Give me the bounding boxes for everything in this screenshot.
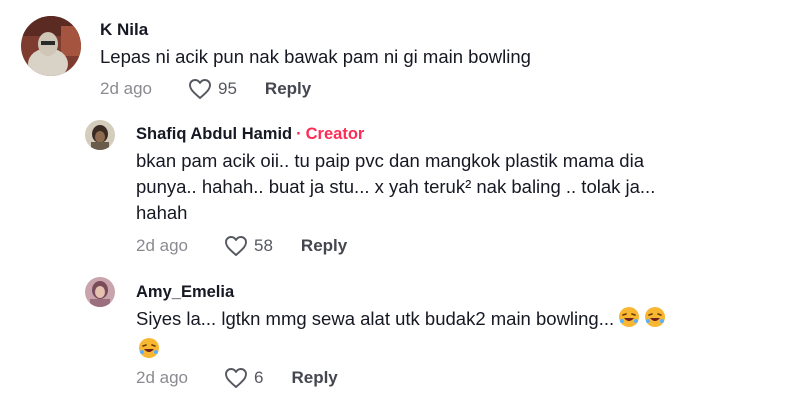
- rolling-laughing-emoji-icon: [618, 306, 640, 336]
- comment-text: bkan pam acik oii.. tu paip pvc dan mang…: [136, 148, 655, 226]
- like-button[interactable]: 6: [224, 367, 263, 389]
- creator-badge: Creator: [305, 125, 365, 143]
- comment-text-line: hahah: [136, 202, 188, 223]
- avatar-image: [85, 120, 115, 150]
- comment-meta: 2d ago 6 Reply: [136, 367, 338, 389]
- heart-outline-icon: [225, 368, 247, 388]
- username[interactable]: Amy_Emelia: [136, 283, 234, 302]
- comment-text-line: bkan pam acik oii.. tu paip pvc dan mang…: [136, 150, 644, 171]
- comment-meta: 2d ago 58 Reply: [136, 235, 347, 257]
- reply-shafiq-abdul-hamid: Shafiq Abdul Hamid · Creator bkan pam acik…: [0, 110, 797, 270]
- avatar[interactable]: [21, 16, 81, 76]
- like-button[interactable]: 58: [224, 235, 273, 257]
- heart-outline-icon: [225, 236, 247, 256]
- avatar[interactable]: [85, 277, 115, 307]
- like-count: 6: [254, 368, 264, 387]
- avatar[interactable]: [85, 120, 115, 150]
- comment-text-line: punya.. hahah.. buat ja stu... x yah ter…: [136, 176, 656, 197]
- rolling-laughing-emoji-icon: [138, 337, 160, 367]
- comment-k-nila: K Nila Lepas ni acik pun nak bawak pam n…: [0, 0, 797, 110]
- comment-text: Lepas ni acik pun nak bawak pam ni gi ma…: [100, 46, 531, 67]
- username-text[interactable]: Shafiq Abdul Hamid: [136, 125, 292, 143]
- like-count: 58: [254, 236, 273, 255]
- comment-date: 2d ago: [136, 368, 188, 387]
- username: Shafiq Abdul Hamid · Creator: [136, 125, 364, 144]
- reply-button[interactable]: Reply: [265, 79, 311, 99]
- comment-meta: 2d ago 95 Reply: [100, 78, 311, 100]
- avatar-image: [85, 277, 115, 307]
- comment-date: 2d ago: [136, 236, 188, 255]
- reply-button[interactable]: Reply: [291, 368, 337, 388]
- comment-date: 2d ago: [100, 79, 152, 98]
- username[interactable]: K Nila: [100, 20, 148, 40]
- rolling-laughing-emoji-icon: [644, 306, 666, 336]
- like-count: 95: [218, 79, 237, 98]
- reply-button[interactable]: Reply: [301, 236, 347, 256]
- avatar-image: [21, 16, 81, 76]
- reply-amy-emelia: Amy_Emelia Siyes la... lgtkn mmg sewa al…: [0, 270, 797, 402]
- comment-text: Siyes la... lgtkn mmg sewa alat utk buda…: [136, 305, 756, 364]
- comment-text-line: Siyes la... lgtkn mmg sewa alat utk buda…: [136, 308, 615, 329]
- heart-outline-icon: [189, 79, 211, 99]
- like-button[interactable]: 95: [188, 78, 237, 100]
- separator: ·: [296, 125, 302, 143]
